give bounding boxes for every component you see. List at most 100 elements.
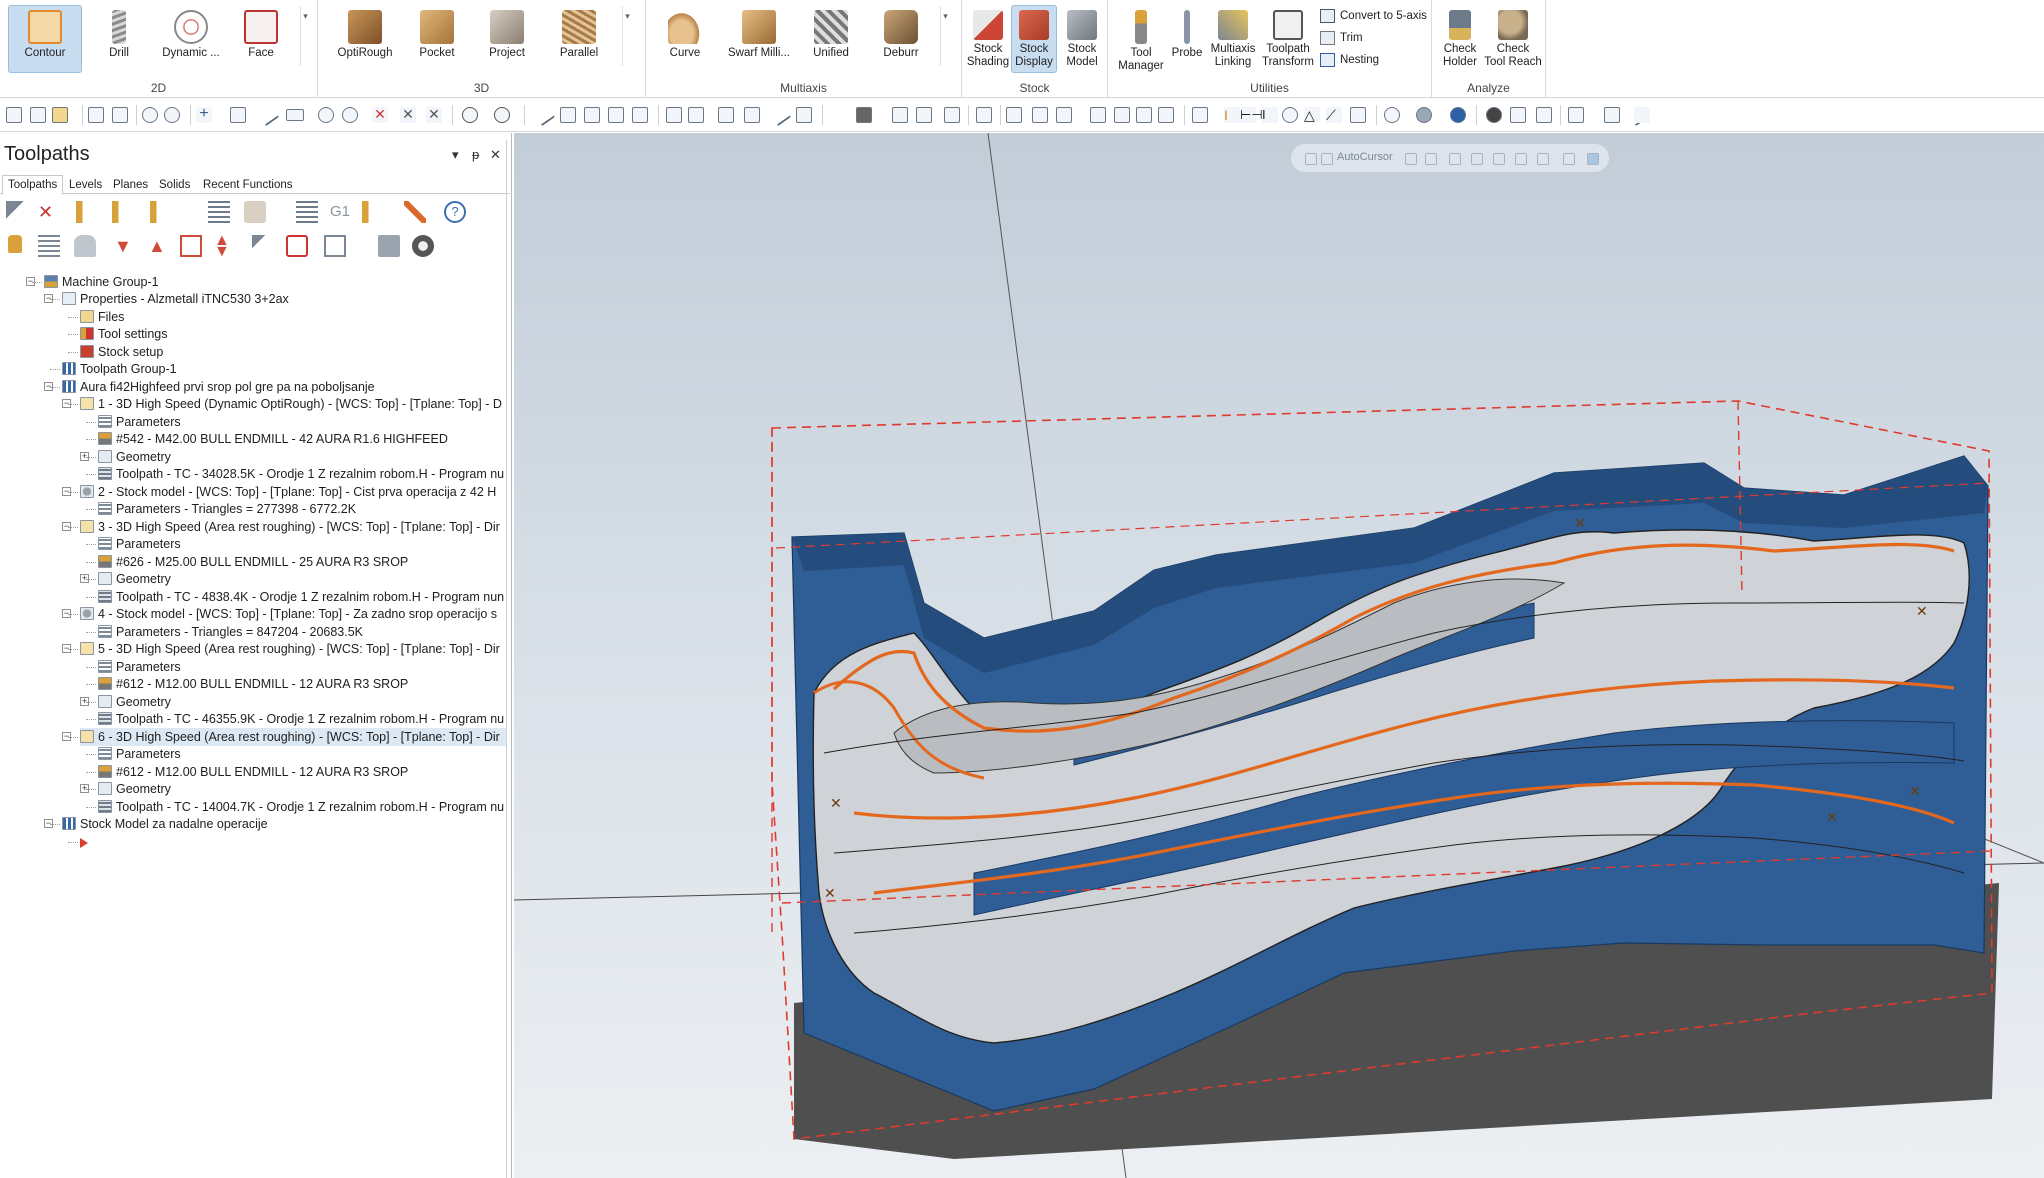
redo-icon[interactable] xyxy=(164,107,180,123)
scroll-to-insert-icon[interactable]: ▲ ▼ xyxy=(214,233,236,260)
panel-menu-dropdown[interactable]: ▾ xyxy=(452,147,459,163)
select-polygon-icon[interactable] xyxy=(1493,153,1505,165)
point-icon[interactable]: + xyxy=(196,106,212,123)
backplot-icon[interactable] xyxy=(208,201,230,223)
horizontal-dim-icon[interactable]: ⊢⊣ xyxy=(1240,107,1263,123)
panel-splitter[interactable] xyxy=(506,140,507,1178)
check-holder-panel-icon[interactable] xyxy=(412,235,434,257)
tree-item[interactable]: Toolpath - TC - 4838.4K - Orodje 1 Z rez… xyxy=(98,588,506,606)
solid-extrude-icon[interactable] xyxy=(892,107,908,123)
open-icon[interactable] xyxy=(52,107,68,123)
curve-button[interactable]: Curve xyxy=(652,6,718,72)
tree-item[interactable]: Parameters xyxy=(98,535,506,553)
tree-item[interactable]: Aura fi42Highfeed prvi srop pol gre pa n… xyxy=(62,378,506,396)
tree-item[interactable]: Files xyxy=(80,308,506,326)
only-show-selected-icon[interactable] xyxy=(252,235,274,257)
tree-item[interactable]: #626 - M25.00 BULL ENDMILL - 25 AURA R3 … xyxy=(98,553,506,571)
tree-item[interactable]: Stock setup xyxy=(80,343,506,361)
stock-display-button[interactable]: Stock Display xyxy=(1011,5,1057,73)
view-back-icon[interactable] xyxy=(1158,107,1174,123)
arc-icon[interactable] xyxy=(462,107,478,123)
tree-item[interactable]: Geometry xyxy=(98,780,506,798)
new-file-icon[interactable] xyxy=(6,107,22,123)
check-holder-button[interactable]: Check Holder xyxy=(1436,6,1484,72)
tree-item[interactable]: Tool settings xyxy=(80,325,506,343)
deselect-all-icon[interactable]: ✕ xyxy=(38,201,60,223)
line-icon[interactable] xyxy=(256,103,280,127)
tree-item[interactable]: 5 - 3D High Speed (Area rest roughing) -… xyxy=(80,640,506,658)
xform-dynamic-icon[interactable] xyxy=(744,107,760,123)
hatch-icon[interactable] xyxy=(796,107,812,123)
solid-revolve-icon[interactable] xyxy=(916,107,932,123)
select-chain-icon[interactable] xyxy=(1449,153,1461,165)
tree-item[interactable]: #612 - M12.00 BULL ENDMILL - 12 AURA R3 … xyxy=(98,763,506,781)
drill-button[interactable]: Drill xyxy=(86,6,152,72)
join-icon[interactable] xyxy=(584,107,600,123)
customize-qat-icon[interactable] xyxy=(1634,107,1650,123)
tree-item[interactable]: Parameters - Triangles = 277398 - 6772.2… xyxy=(98,500,506,518)
sphere-icon[interactable] xyxy=(1416,107,1432,123)
display-options-icon[interactable] xyxy=(286,235,308,257)
stock-model-button[interactable]: Stock Model xyxy=(1058,6,1106,72)
tree-item[interactable]: Geometry xyxy=(98,448,506,466)
chamfer-icon[interactable]: ⟋ xyxy=(1326,107,1342,123)
pocket-button[interactable]: Pocket xyxy=(404,6,470,72)
toolpath-transform-button[interactable]: Toolpath Transform xyxy=(1260,6,1316,72)
view-right-icon[interactable] xyxy=(1090,107,1106,123)
trim-button[interactable]: Trim xyxy=(1318,28,1363,48)
swarf-milling-button[interactable]: Swarf Milli... xyxy=(722,6,796,72)
spline-icon[interactable] xyxy=(768,103,792,127)
select-all-operations-icon[interactable] xyxy=(6,201,28,223)
vertical-dim-icon[interactable]: I xyxy=(1262,107,1278,123)
tree-item[interactable]: Parameters xyxy=(98,658,506,676)
trim-break-icon[interactable]: ✕ xyxy=(372,107,388,123)
xform-translate-icon[interactable] xyxy=(666,107,682,123)
regenerate-all-icon[interactable] xyxy=(76,201,98,223)
verify-icon[interactable] xyxy=(244,201,266,223)
fillet-icon[interactable] xyxy=(494,107,510,123)
save-as-icon[interactable] xyxy=(112,107,128,123)
stock-shading-button[interactable]: Stock Shading xyxy=(966,6,1010,72)
face-button[interactable]: Face xyxy=(228,6,294,72)
autocursor-label[interactable]: AutoCursor xyxy=(1337,151,1393,163)
triangle-icon[interactable]: △ xyxy=(1304,107,1320,123)
lock-icon[interactable] xyxy=(8,235,22,253)
tab-levels[interactable]: Levels xyxy=(64,176,107,194)
multiaxis-linking-button[interactable]: Multiaxis Linking xyxy=(1208,6,1258,72)
outline-icon[interactable] xyxy=(1510,107,1526,123)
show-in-graphics-icon[interactable] xyxy=(324,235,346,257)
tree-item[interactable]: Properties - Alzmetall iTNC530 3+2ax xyxy=(62,290,506,308)
gallery-scroll-3d[interactable]: ▾ xyxy=(622,6,632,66)
probe-button[interactable]: Probe xyxy=(1166,6,1208,72)
simulate-toolpath-icon[interactable] xyxy=(150,201,172,223)
post-selected-icon[interactable] xyxy=(362,201,384,223)
panel-close-icon[interactable]: ✕ xyxy=(490,147,501,163)
simulator-icon[interactable] xyxy=(296,201,318,223)
view-top-icon[interactable] xyxy=(1032,107,1048,123)
xform-offset-icon[interactable] xyxy=(718,107,734,123)
view-left-icon[interactable] xyxy=(1136,107,1152,123)
move-down-icon[interactable]: ▼ xyxy=(114,235,136,257)
dynamic-button[interactable]: Dynamic ... xyxy=(156,6,226,72)
select-mode-icon[interactable] xyxy=(1587,153,1599,165)
tree-item[interactable]: Geometry xyxy=(98,570,506,588)
tree-item[interactable]: 6 - 3D High Speed (Area rest roughing) -… xyxy=(80,727,506,746)
contour-button[interactable]: Contour xyxy=(8,5,82,73)
rectangle-icon[interactable] xyxy=(286,109,304,121)
convert-to-5-axis-button[interactable]: Convert to 5-axis xyxy=(1318,6,1427,26)
save-icon[interactable] xyxy=(30,107,46,123)
analyze-icon[interactable] xyxy=(944,107,960,123)
tree-item[interactable]: Parameters xyxy=(98,413,506,431)
gallery-scroll-multiaxis[interactable]: ▾ xyxy=(940,6,950,66)
tree-item[interactable]: 3 - 3D High Speed (Area rest roughing) -… xyxy=(80,518,506,536)
panel-pin-icon[interactable]: ᵽ xyxy=(472,147,479,162)
post-g1-icon[interactable]: G1 xyxy=(330,201,352,223)
tree-item[interactable]: Toolpath - TC - 34028.5K - Orodje 1 Z re… xyxy=(98,465,506,483)
tree-item[interactable]: Toolpath - TC - 14004.7K - Orodje 1 Z re… xyxy=(98,798,506,816)
modify-length-icon[interactable] xyxy=(608,107,624,123)
tree-item[interactable]: Machine Group-1 xyxy=(44,273,506,291)
parallel-button[interactable]: Parallel xyxy=(546,6,612,72)
tree-item[interactable]: Geometry xyxy=(98,693,506,711)
view-front-icon[interactable] xyxy=(1056,107,1072,123)
tree-item[interactable]: 4 - Stock model - [WCS: Top] - [Tplane: … xyxy=(80,605,506,623)
